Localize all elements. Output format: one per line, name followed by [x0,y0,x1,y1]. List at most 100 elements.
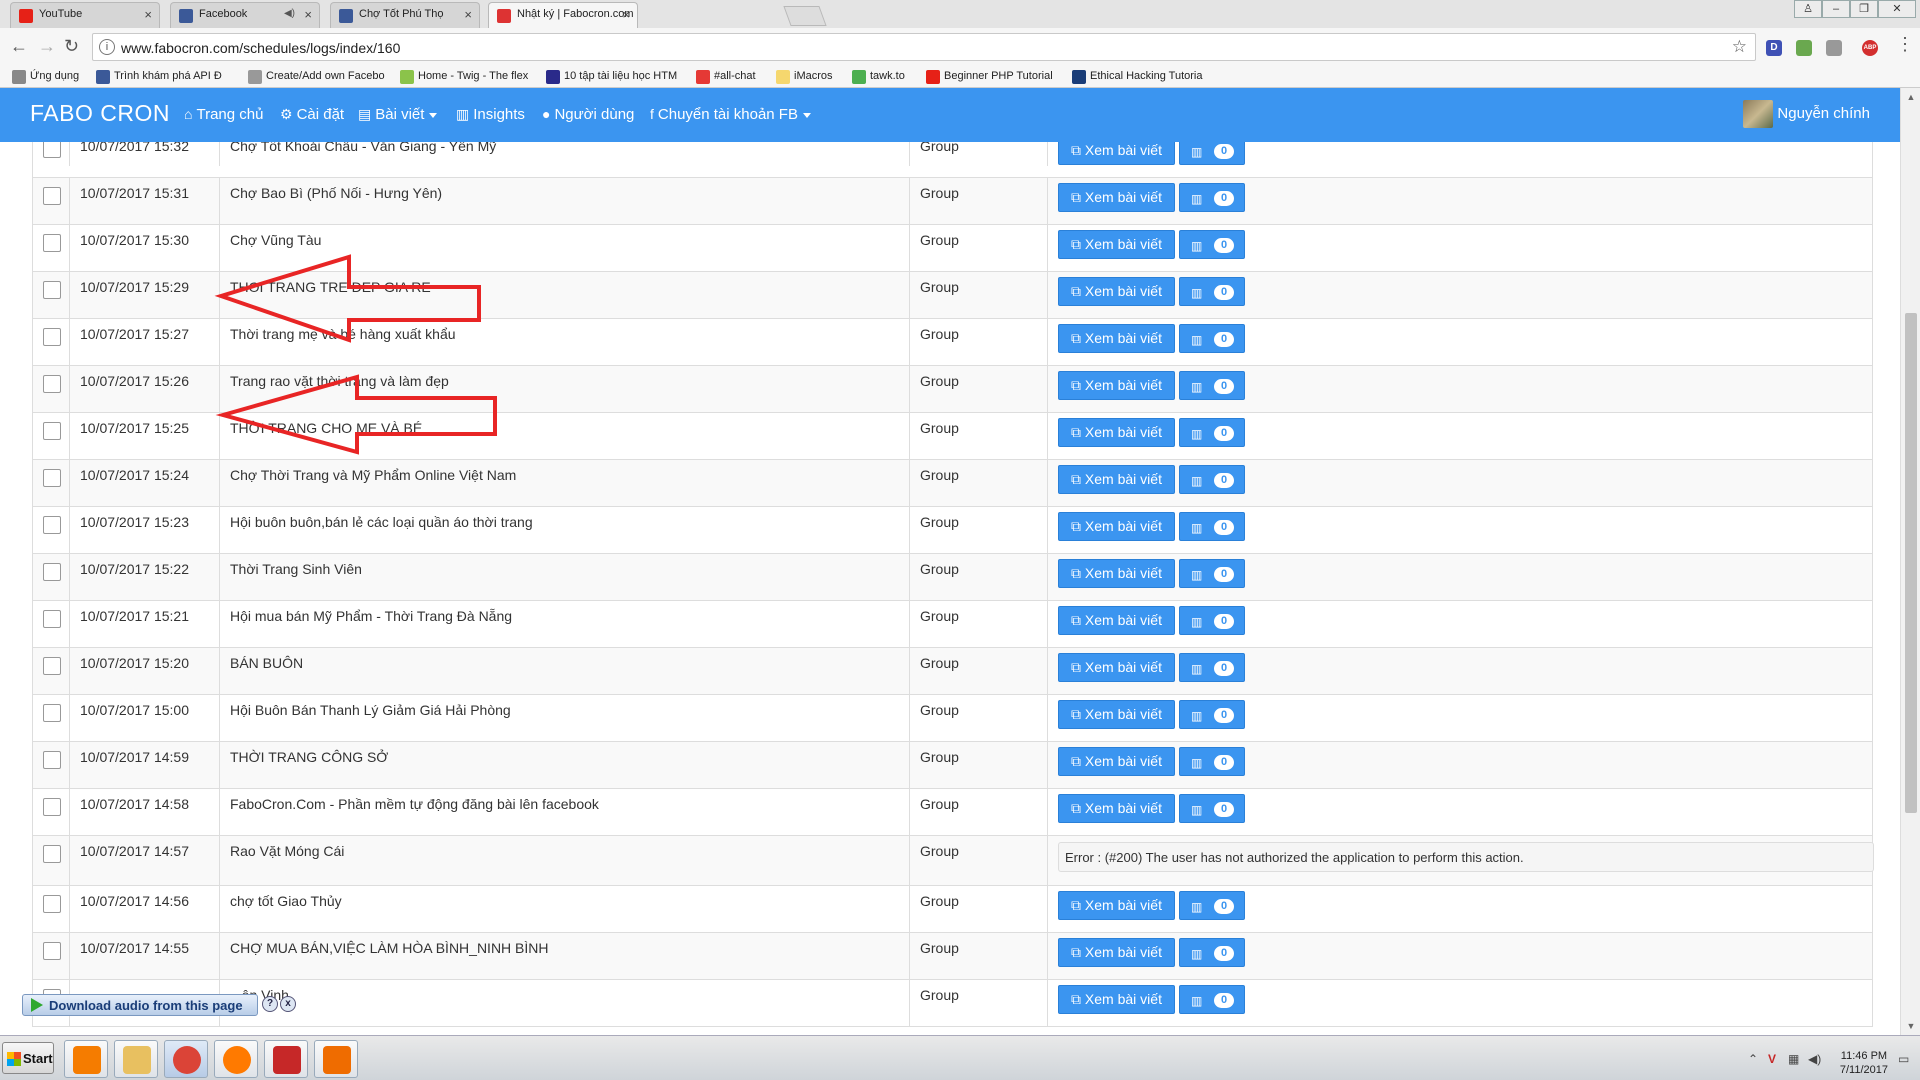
close-icon[interactable]: x [280,996,296,1012]
view-post-button[interactable]: ⧉ Xem bài viết [1058,700,1175,729]
view-post-button[interactable]: ⧉ Xem bài viết [1058,230,1175,259]
view-post-button[interactable]: ⧉ Xem bài viết [1058,142,1175,165]
view-post-button[interactable]: ⧉ Xem bài viết [1058,985,1175,1014]
view-post-button[interactable]: ⧉ Xem bài viết [1058,418,1175,447]
menu-icon[interactable]: ⋮ [1896,34,1914,55]
download-audio-button[interactable]: Download audio from this page [22,994,258,1016]
taskbar-app-button[interactable] [164,1040,208,1078]
row-checkbox[interactable] [43,469,61,487]
stats-button[interactable]: ▥ 0 [1179,371,1245,400]
bookmark-item[interactable]: Beginner PHP Tutorial [926,70,1053,84]
browser-tab[interactable]: Facebook ◀) × [170,2,320,28]
taskbar-app-button[interactable] [264,1040,308,1078]
gear-ext-icon[interactable] [1826,40,1842,56]
d-icon[interactable]: D [1766,40,1782,56]
row-checkbox[interactable] [43,142,61,158]
abp-icon[interactable]: ABP [1862,40,1878,56]
forward-icon[interactable]: → [38,36,56,57]
tab-close-icon[interactable]: × [304,7,312,22]
view-post-button[interactable]: ⧉ Xem bài viết [1058,512,1175,541]
bookmark-item[interactable]: 10 tập tài liệu học HTM [546,70,677,84]
view-post-button[interactable]: ⧉ Xem bài viết [1058,653,1175,682]
bookmark-item[interactable]: iMacros [776,70,833,84]
stats-button[interactable]: ▥ 0 [1179,183,1245,212]
taskbar-app-button[interactable] [314,1040,358,1078]
view-post-button[interactable]: ⧉ Xem bài viết [1058,938,1175,967]
stats-button[interactable]: ▥ 0 [1179,653,1245,682]
bookmark-item[interactable]: Ứng dụng [12,70,79,84]
view-post-button[interactable]: ⧉ Xem bài viết [1058,559,1175,588]
stats-button[interactable]: ▥ 0 [1179,747,1245,776]
browser-tab[interactable]: YouTube × [10,2,160,28]
clock[interactable]: 11:46 PM 7/11/2017 [1840,1049,1888,1077]
view-post-button[interactable]: ⧉ Xem bài viết [1058,324,1175,353]
row-checkbox[interactable] [43,845,61,863]
stats-button[interactable]: ▥ 0 [1179,142,1245,165]
tab-close-icon[interactable]: × [144,7,152,22]
stats-button[interactable]: ▥ 0 [1179,324,1245,353]
stats-button[interactable]: ▥ 0 [1179,277,1245,306]
stats-button[interactable]: ▥ 0 [1179,465,1245,494]
browser-tab[interactable]: Nhật ký | Fabocron.com - t × [488,2,638,28]
row-checkbox[interactable] [43,657,61,675]
row-checkbox[interactable] [43,751,61,769]
stats-button[interactable]: ▥ 0 [1179,418,1245,447]
stats-button[interactable]: ▥ 0 [1179,606,1245,635]
bookmark-star-icon[interactable]: ☆ [1732,37,1747,57]
row-checkbox[interactable] [43,798,61,816]
taskbar-app-button[interactable] [214,1040,258,1078]
bookmark-item[interactable]: Trình khám phá API Đ [96,70,222,84]
reload-icon[interactable]: ↻ [64,36,79,57]
view-post-button[interactable]: ⧉ Xem bài viết [1058,606,1175,635]
taskbar-app-button[interactable] [64,1040,108,1078]
stats-button[interactable]: ▥ 0 [1179,230,1245,259]
minimize-icon[interactable]: – [1822,0,1850,18]
nav-item[interactable]: ● Người dùng [542,106,634,123]
back-icon[interactable]: ← [10,36,28,57]
help-icon[interactable]: ? [262,996,278,1012]
view-post-button[interactable]: ⧉ Xem bài viết [1058,891,1175,920]
row-checkbox[interactable] [43,942,61,960]
maximize-icon[interactable]: ❐ [1850,0,1878,18]
address-bar[interactable]: i www.fabocron.com/schedules/logs/index/… [92,33,1756,61]
row-checkbox[interactable] [43,516,61,534]
row-checkbox[interactable] [43,610,61,628]
nav-item[interactable]: ⚙ Cài đặt [280,106,344,123]
stats-button[interactable]: ▥ 0 [1179,559,1245,588]
browser-tab[interactable]: Chợ Tốt Phú Thọ × [330,2,480,28]
nav-item[interactable]: ⌂ Trang chủ [184,106,263,123]
stats-button[interactable]: ▥ 0 [1179,794,1245,823]
row-checkbox[interactable] [43,328,61,346]
stats-button[interactable]: ▥ 0 [1179,891,1245,920]
volume-icon[interactable]: ◀) [1808,1052,1821,1066]
window-close-icon[interactable]: ✕ [1878,0,1916,18]
new-tab-button[interactable] [783,6,827,26]
tab-close-icon[interactable]: × [622,7,630,22]
bookmark-item[interactable]: Ethical Hacking Tutoria [1072,70,1203,84]
row-checkbox[interactable] [43,704,61,722]
tray-arrow-icon[interactable]: ⌃ [1748,1052,1758,1066]
view-post-button[interactable]: ⧉ Xem bài viết [1058,794,1175,823]
row-checkbox[interactable] [43,187,61,205]
brand-logo[interactable]: FABO CRON [30,100,170,127]
antivirus-icon[interactable]: V [1768,1052,1776,1066]
info-icon[interactable]: i [99,39,115,55]
row-checkbox[interactable] [43,563,61,581]
stats-button[interactable]: ▥ 0 [1179,938,1245,967]
row-checkbox[interactable] [43,895,61,913]
view-post-button[interactable]: ⧉ Xem bài viết [1058,371,1175,400]
row-checkbox[interactable] [43,422,61,440]
row-checkbox[interactable] [43,375,61,393]
bookmark-item[interactable]: Create/Add own Facebo [248,70,385,84]
nav-item[interactable]: ▥ Insights [456,106,525,123]
row-checkbox[interactable] [43,234,61,252]
page-scrollbar[interactable]: ▲ ▼ [1900,88,1920,1035]
network-icon[interactable]: ▦ [1788,1052,1799,1066]
bookmark-item[interactable]: Home - Twig - The flex [400,70,528,84]
puzzle-icon[interactable] [1796,40,1812,56]
stats-button[interactable]: ▥ 0 [1179,700,1245,729]
user-menu[interactable]: Nguyễn chính [1743,100,1870,130]
view-post-button[interactable]: ⧉ Xem bài viết [1058,277,1175,306]
scroll-down-icon[interactable]: ▼ [1901,1017,1920,1035]
bookmark-item[interactable]: #all-chat [696,70,756,84]
